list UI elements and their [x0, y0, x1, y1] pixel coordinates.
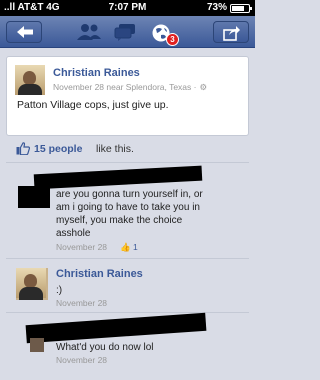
post-meta-text: November 28 near Splendora, Texas ·: [53, 82, 197, 92]
comment-line: am i going to have to take you in: [56, 202, 200, 213]
redacted-avatar: [18, 186, 50, 208]
likes-count[interactable]: 15 people: [34, 143, 82, 155]
comment-text: are you gonna turn yourself in, or am i …: [56, 188, 203, 240]
nav-bar: 3: [0, 16, 255, 48]
comment-like[interactable]: 👍 1: [120, 242, 138, 253]
divider: [6, 258, 249, 259]
back-arrow-icon: [17, 26, 33, 38]
like-thumb-icon: 👍: [120, 242, 131, 252]
comment-line: asshole: [56, 228, 91, 239]
divider: [6, 312, 249, 313]
redaction-bar: [33, 165, 203, 190]
share-icon: [223, 26, 240, 41]
post-author[interactable]: Christian Raines: [53, 67, 140, 79]
comment-line: myself, you make the choice: [56, 215, 183, 226]
comment-like-count: 1: [132, 242, 138, 252]
like-thumb-icon: [16, 142, 30, 155]
comment-author[interactable]: Christian Raines: [56, 268, 143, 280]
comment-date: November 28: [56, 298, 108, 308]
likes-row[interactable]: 15 people like this.: [6, 142, 249, 156]
avatar[interactable]: [16, 268, 48, 300]
battery-percent: 73%: [206, 2, 227, 13]
redaction-bar: [25, 312, 207, 344]
messages-icon[interactable]: [114, 23, 136, 41]
share-button[interactable]: [213, 21, 249, 43]
status-bar: ..ll AT&T 4G 7:07 PM 73%: [0, 0, 255, 16]
comment-line: are you gonna turn yourself in, or: [56, 189, 203, 200]
notification-badge: 3: [166, 33, 179, 46]
likes-suffix: like this.: [96, 143, 134, 155]
comment-date: November 28: [56, 355, 108, 365]
comment-text: :): [56, 285, 63, 296]
divider: [6, 162, 249, 163]
back-button[interactable]: [6, 21, 42, 43]
avatar[interactable]: [30, 338, 44, 352]
post-meta: November 28 near Splendora, Texas · ⚙: [53, 82, 207, 93]
friends-audience-icon: ⚙: [199, 82, 208, 92]
post-card: Christian Raines November 28 near Splend…: [6, 56, 249, 136]
battery-icon: [230, 4, 252, 13]
comment-date: November 28: [56, 242, 108, 252]
comment-text: What'd you do now lol: [56, 342, 154, 353]
avatar[interactable]: [15, 65, 45, 95]
post-text: Patton Village cops, just give up.: [17, 99, 169, 111]
friends-icon[interactable]: [77, 23, 101, 41]
